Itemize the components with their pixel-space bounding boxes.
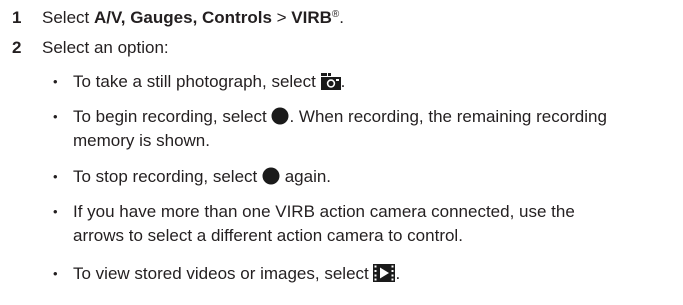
step-text: Select an option: <box>42 38 169 57</box>
record-icon <box>271 107 289 132</box>
bullet-text-line2: memory is shown. <box>73 131 210 150</box>
bullet-text: To take a still photograph, select . <box>73 69 345 97</box>
step-suffix: . <box>339 8 345 27</box>
menu-path-virb: VIRB <box>291 8 332 27</box>
record-icon <box>262 167 280 192</box>
bullet-marker: • <box>53 109 58 124</box>
play-film-icon <box>373 264 396 289</box>
bullet-marker: • <box>53 204 58 219</box>
bullet-marker: • <box>53 266 58 281</box>
path-separator: > <box>271 8 292 27</box>
menu-path-controls: A/V, Gauges, Controls <box>93 8 272 27</box>
bullet-text-line1: If you have more than one VIRB action ca… <box>73 202 575 221</box>
step-number: 2 <box>12 38 22 57</box>
bullet-text: To view stored videos or images, select … <box>73 261 400 289</box>
bullet-marker: • <box>53 169 58 184</box>
step-number: 1 <box>12 8 22 27</box>
camera-icon <box>320 72 341 97</box>
step-prefix: Select <box>42 8 94 27</box>
bullet-marker: • <box>53 74 58 89</box>
bullet-text: To stop recording, select again. <box>73 164 331 192</box>
step-text: Select A/V, Gauges, Controls > VIRB®. <box>42 6 344 30</box>
bullet-text-line2: arrows to select a different action came… <box>73 226 463 245</box>
